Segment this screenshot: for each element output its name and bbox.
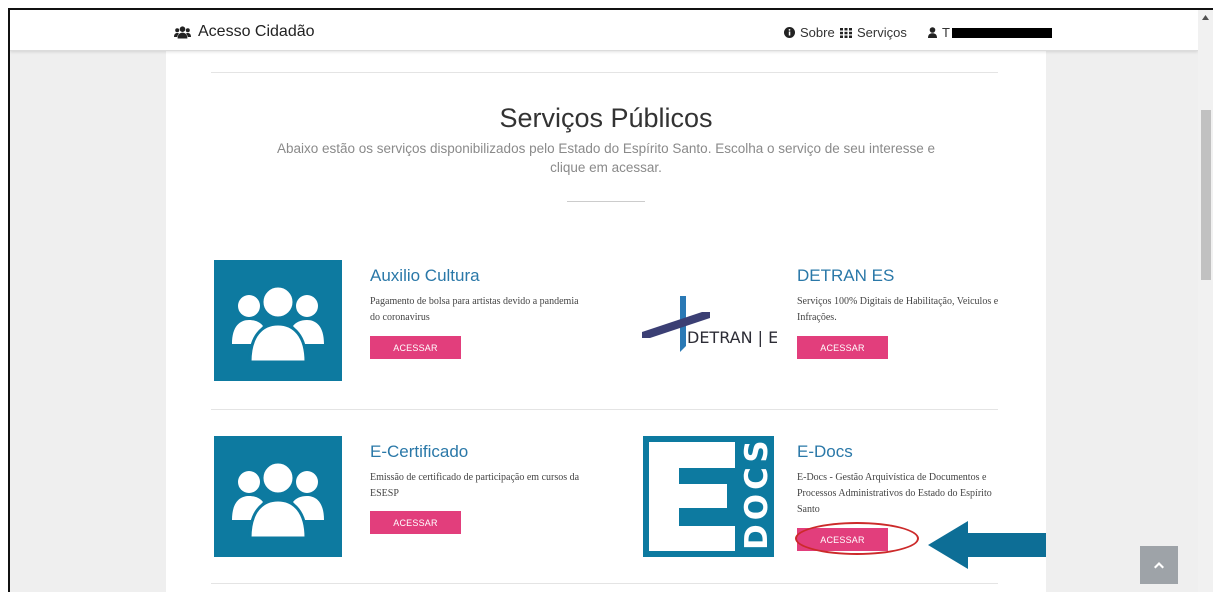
service-title[interactable]: E-Certificado (370, 442, 468, 462)
nav-link-sobre[interactable]: Sobre (784, 25, 835, 40)
nav-label-servicos: Serviços (857, 25, 907, 40)
redacted-username (951, 27, 1052, 38)
chevron-up-icon (1154, 562, 1164, 569)
brand-label: Acesso Cidadão (198, 23, 315, 40)
e-certificado-image[interactable] (214, 436, 342, 557)
e-docs-logo[interactable]: DOCS (643, 436, 774, 557)
row-divider (211, 409, 998, 410)
detran-es-logo[interactable]: DETRAN | ES (642, 294, 788, 357)
acessar-button[interactable]: ACESSAR (370, 336, 461, 359)
back-to-top-button[interactable] (1140, 546, 1178, 584)
users-icon (232, 460, 324, 539)
acessar-button[interactable]: ACESSAR (797, 336, 888, 359)
service-description: Serviços 100% Digitais de Habilitação, V… (797, 296, 999, 323)
vertical-scrollbar[interactable] (1198, 10, 1213, 592)
acessar-button[interactable]: ACESSAR (370, 511, 461, 534)
service-description: Pagamento de bolsa para artistas devido … (370, 296, 579, 323)
detran-logo-text: DETRAN | ES (687, 328, 777, 347)
nav-user-menu[interactable]: T (928, 25, 1052, 40)
row-divider (211, 583, 998, 584)
service-title[interactable]: Auxilio Cultura (370, 266, 480, 286)
service-title[interactable]: E-Docs (797, 442, 853, 462)
service-title[interactable]: DETRAN ES (797, 266, 894, 286)
nav-link-servicos[interactable]: Serviços (840, 25, 907, 40)
top-navbar: Acesso Cidadão Sobre Serviços T (10, 10, 1198, 51)
auxilio-cultura-image[interactable] (214, 260, 342, 381)
brand-link[interactable]: Acesso Cidadão (174, 23, 315, 41)
info-circle-icon (784, 27, 795, 38)
service-description: Emissão de certificado de participação e… (370, 472, 580, 499)
scrollbar-thumb[interactable] (1201, 110, 1211, 280)
page-subtitle: Abaixo estão os serviços disponibilizado… (276, 141, 936, 175)
arrow-left-annotation (928, 521, 1046, 569)
grid-icon (840, 27, 852, 38)
page-title: Serviços Públicos (499, 103, 713, 133)
users-icon (174, 25, 191, 38)
e-docs-logo-text: DOCS (739, 436, 774, 550)
divider (211, 72, 998, 73)
browser-viewport: Acesso Cidadão Sobre Serviços T Serviços… (10, 10, 1198, 592)
user-initial: T (942, 25, 950, 40)
users-icon (232, 284, 324, 363)
main-content: Serviços Públicos Abaixo estão os serviç… (166, 51, 1046, 592)
user-icon (928, 27, 937, 38)
title-underline (567, 201, 645, 202)
scroll-up-arrow[interactable] (1198, 10, 1213, 25)
service-description: E-Docs - Gestão Arquivística de Document… (797, 472, 992, 515)
highlight-circle-annotation (795, 522, 919, 555)
nav-label-sobre: Sobre (800, 25, 835, 40)
